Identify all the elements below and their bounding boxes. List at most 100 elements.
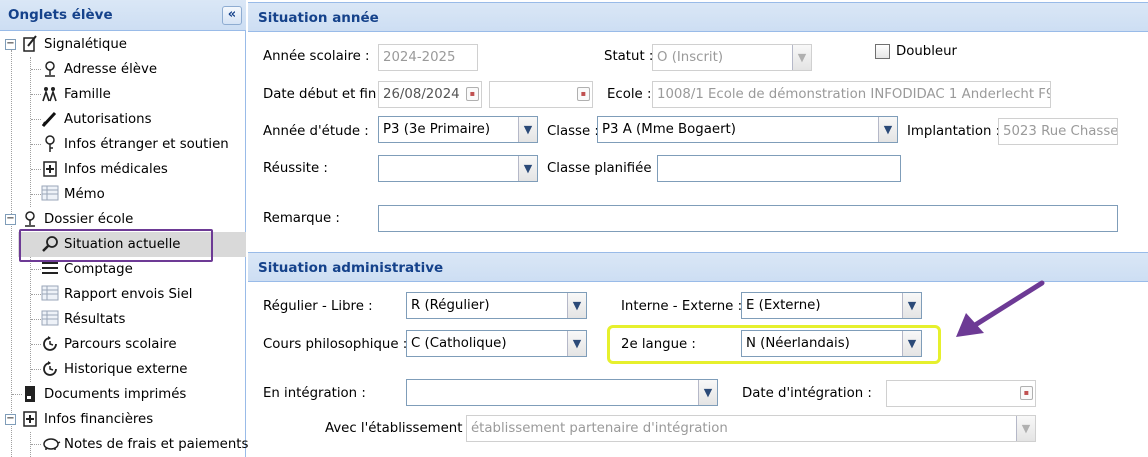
tree-item-adresse[interactable]: Adresse élève xyxy=(0,57,246,82)
implantation-label: Implantation : xyxy=(907,124,1001,139)
remarque-field[interactable] xyxy=(378,205,1118,232)
annotation-arrow-icon xyxy=(956,280,1045,337)
cours-philo-label: Cours philosophique : xyxy=(263,337,408,352)
tree-item-label: Comptage xyxy=(64,262,133,277)
date-debut-fin-label: Date début et fin : xyxy=(263,87,386,102)
classe-select[interactable]: P3 A (Mme Bogaert) ▼ xyxy=(597,116,898,143)
cours-philo-select[interactable]: C (Catholique) ▼ xyxy=(406,330,587,357)
tree-item-label: Rapport envois Siel xyxy=(64,287,193,302)
statut-label: Statut : xyxy=(604,49,654,64)
tree-item-comptage[interactable]: Comptage xyxy=(0,257,246,282)
annee-etude-select[interactable]: P3 (3e Primaire) ▼ xyxy=(378,116,538,143)
chevron-down-icon[interactable]: ▼ xyxy=(902,293,921,318)
date-fin-field: ▪ xyxy=(489,81,593,108)
tree-item-label: Mémo xyxy=(64,187,105,202)
annee-etude-label: Année d'étude : xyxy=(263,124,369,139)
tree-item-memo[interactable]: Mémo xyxy=(0,182,246,207)
tree-item-famille[interactable]: Famille xyxy=(0,82,246,107)
tree-item-resultats[interactable]: Résultats xyxy=(0,307,246,332)
tree-item-label: Résultats xyxy=(64,312,126,327)
ecole-label: Ecole : xyxy=(607,87,652,102)
tree-item-historique-externe[interactable]: Historique externe xyxy=(0,357,246,382)
collapse-panel-button[interactable]: « xyxy=(222,6,242,25)
implantation-field: 5023 Rue Chasseurs xyxy=(998,118,1118,145)
tree-item-infos-etranger[interactable]: Infos étranger et soutien xyxy=(0,132,246,157)
date-integration-field: ▪ xyxy=(886,380,1036,407)
tree-item-infos-medicales[interactable]: Infos médicales xyxy=(0,157,246,182)
calendar-icon: ▪ xyxy=(577,87,590,101)
chevron-down-icon[interactable]: ▼ xyxy=(902,331,921,356)
annee-scolaire-field: 2024-2025 xyxy=(378,44,478,71)
date-debut-field: 26/08/2024 ▪ xyxy=(378,81,482,108)
tree-item-label: Signalétique xyxy=(44,37,127,52)
tree-item-label: Historique externe xyxy=(64,362,188,377)
tree-item-label: Notes de frais et paiements xyxy=(64,437,249,452)
doubleur-checkbox[interactable] xyxy=(875,44,890,59)
family-icon xyxy=(41,85,59,103)
piggy-icon xyxy=(41,435,61,453)
tree-item-label: Autorisations xyxy=(64,112,152,127)
tree-item-parcours-scolaire[interactable]: Parcours scolaire xyxy=(0,332,246,357)
chevron-down-icon[interactable]: ▼ xyxy=(567,331,586,356)
grid-icon xyxy=(41,310,59,328)
section-title: Situation administrative xyxy=(258,260,444,276)
reussite-select[interactable]: ▼ xyxy=(378,155,538,182)
tree-item-label: Famille xyxy=(64,87,111,102)
tree-item-notes-frais[interactable]: Notes de frais et paiements xyxy=(0,432,249,457)
calendar-icon: ▪ xyxy=(1020,386,1033,400)
tree-item-label: Infos médicales xyxy=(64,162,168,177)
interne-externe-select[interactable]: E (Externe) ▼ xyxy=(741,292,922,319)
tree-item-label: Infos financières xyxy=(44,412,154,427)
grid-icon xyxy=(41,285,59,303)
tree-item-documents-imprimes[interactable]: Documents imprimés xyxy=(0,382,246,407)
etablissement-label: Avec l'établissement : xyxy=(325,421,472,436)
interne-externe-label: Interne - Externe : xyxy=(621,299,743,314)
reussite-label: Réussite : xyxy=(263,161,328,176)
regulier-libre-label: Régulier - Libre : xyxy=(263,299,373,314)
medical-icon xyxy=(21,410,39,428)
chevron-down-icon[interactable]: ▼ xyxy=(878,117,897,142)
list-icon xyxy=(41,260,59,278)
integration-select[interactable]: ▼ xyxy=(406,379,718,406)
section-title: Situation année xyxy=(258,10,379,26)
ecole-field: 1008/1 Ecole de démonstration INFODIDAC … xyxy=(652,81,1051,108)
pencil-icon xyxy=(41,110,59,128)
regulier-libre-select[interactable]: R (Régulier) ▼ xyxy=(406,292,587,319)
key-icon xyxy=(41,135,59,153)
document-icon xyxy=(21,385,39,403)
classe-label: Classe : xyxy=(547,124,599,139)
medical-icon xyxy=(41,160,59,178)
classe-planifiee-label: Classe planifiée : xyxy=(547,161,661,176)
tree-item-autorisations[interactable]: Autorisations xyxy=(0,107,246,132)
chevron-down-icon[interactable]: ▼ xyxy=(698,380,717,405)
tree-item-label: Parcours scolaire xyxy=(64,337,177,352)
location-pin-icon xyxy=(21,210,39,228)
etablissement-select: établissement partenaire d'intégration ▼ xyxy=(466,415,1036,442)
chevron-down-icon: ▼ xyxy=(792,45,811,70)
collapse-toggle-icon[interactable]: − xyxy=(5,39,16,50)
grid-icon xyxy=(41,185,59,203)
tree-item-infos-financieres[interactable]: − Infos financières xyxy=(0,407,246,432)
collapse-toggle-icon[interactable]: − xyxy=(5,414,16,425)
panel-title: Onglets élève xyxy=(8,7,113,23)
location-pin-icon xyxy=(41,60,59,78)
tree-item-label: Adresse élève xyxy=(64,62,158,77)
section-header-situation-annee: Situation année xyxy=(248,2,1148,32)
edit-icon xyxy=(21,35,39,53)
doubleur-label: Doubleur xyxy=(896,44,958,59)
chevron-down-icon[interactable]: ▼ xyxy=(567,293,586,318)
classe-planifiee-field[interactable] xyxy=(657,155,901,182)
remarque-label: Remarque : xyxy=(263,211,340,226)
chevron-down-icon[interactable]: ▼ xyxy=(518,117,537,142)
collapse-toggle-icon[interactable]: − xyxy=(5,214,16,225)
langue2-select[interactable]: N (Néerlandais) ▼ xyxy=(741,330,922,357)
tree-item-signaletique[interactable]: − Signalétique xyxy=(0,32,246,57)
annee-scolaire-label: Année scolaire : xyxy=(263,49,370,64)
history-icon xyxy=(41,360,59,378)
statut-select: O (Inscrit) ▼ xyxy=(652,44,812,71)
tree-item-rapport-siel[interactable]: Rapport envois Siel xyxy=(0,282,246,307)
student-tabs-panel: Onglets élève « − Signalétique Adresse é… xyxy=(0,0,249,457)
chevron-down-icon[interactable]: ▼ xyxy=(518,156,537,181)
panel-header: Onglets élève « xyxy=(0,0,246,31)
date-integration-label: Date d'intégration : xyxy=(742,386,872,401)
